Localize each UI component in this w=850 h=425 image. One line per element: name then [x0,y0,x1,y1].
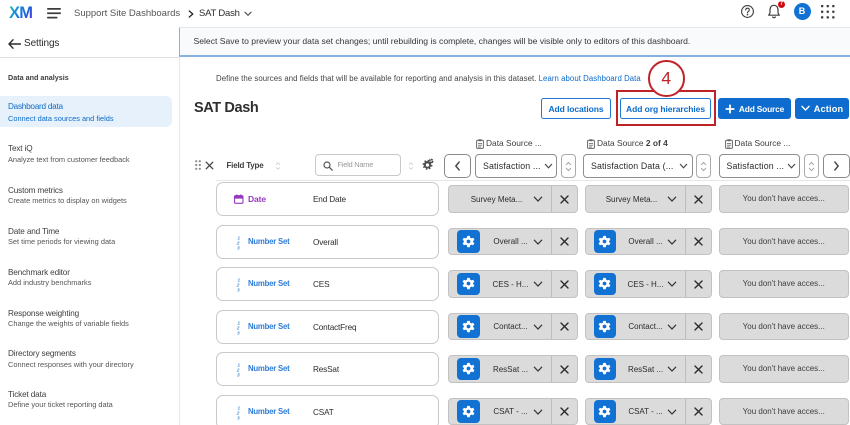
svg-text:3: 3 [237,415,240,420]
svg-text:3: 3 [237,372,240,377]
svg-text:3: 3 [237,245,240,250]
svg-text:3: 3 [237,330,240,335]
svg-text:3: 3 [237,287,240,292]
